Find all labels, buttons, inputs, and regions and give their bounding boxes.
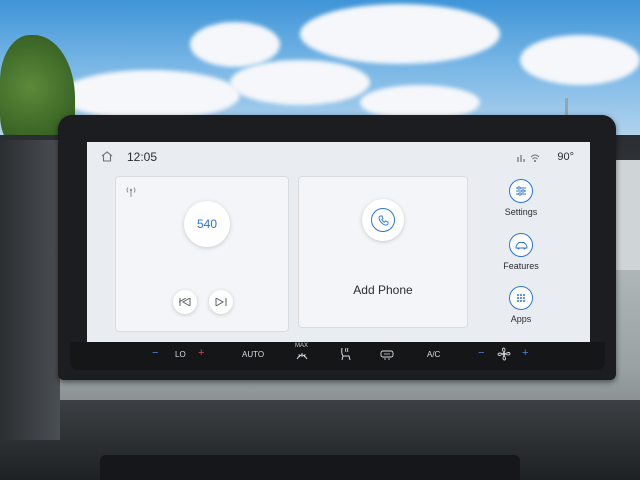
- home-icon[interactable]: [101, 151, 113, 162]
- temperature-setting: LO: [175, 350, 186, 359]
- air-vent: [100, 455, 520, 480]
- ac-button[interactable]: A/C: [427, 350, 440, 359]
- apps-label: Apps: [510, 314, 532, 324]
- features-label: Features: [503, 261, 539, 271]
- front-defrost-icon[interactable]: [296, 351, 308, 360]
- apps-button[interactable]: Apps: [491, 286, 551, 324]
- settings-icon-ring: [509, 179, 533, 203]
- seek-back-button[interactable]: [173, 290, 197, 314]
- radio-card[interactable]: 540: [115, 176, 289, 332]
- add-phone-label: Add Phone: [353, 283, 413, 297]
- temp-up-button[interactable]: +: [198, 347, 204, 359]
- cloud: [230, 60, 370, 105]
- cloud: [520, 35, 640, 85]
- max-defrost-label: MAX: [295, 343, 309, 349]
- car-icon: [515, 241, 527, 249]
- antenna-icon: [126, 187, 136, 197]
- cloud: [60, 70, 240, 120]
- sliders-icon: [516, 186, 526, 196]
- seek-forward-icon: [215, 298, 227, 306]
- rear-defrost-icon[interactable]: [380, 350, 394, 360]
- apps-icon-ring: [509, 286, 533, 310]
- phone-card[interactable]: Add Phone: [298, 176, 468, 328]
- temp-down-button[interactable]: −: [152, 347, 158, 359]
- settings-label: Settings: [504, 207, 538, 217]
- phone-icon-ring: [371, 208, 395, 232]
- cloud: [190, 22, 280, 67]
- seek-forward-button[interactable]: [209, 290, 233, 314]
- settings-button[interactable]: Settings: [491, 179, 551, 217]
- a-pillar: [0, 140, 60, 440]
- fan-icon: [497, 347, 511, 361]
- status-bar: 12:05 90°: [87, 142, 590, 172]
- fan-down-button[interactable]: −: [478, 347, 484, 359]
- dashboard-trim: [612, 160, 640, 270]
- touchscreen: 12:05 90° 540 Add Phone Settings Feature…: [87, 142, 590, 342]
- network-icon: [530, 154, 540, 162]
- features-icon-ring: [509, 233, 533, 257]
- climate-control-bar: − LO + AUTO MAX A/C − +: [70, 342, 605, 370]
- radio-frequency: 540: [196, 217, 218, 231]
- clock: 12:05: [127, 150, 158, 164]
- fan-up-button[interactable]: +: [522, 347, 528, 359]
- phone-icon: [378, 215, 388, 226]
- heated-seat-icon[interactable]: [338, 347, 352, 362]
- seek-back-icon: [179, 298, 191, 306]
- features-button[interactable]: Features: [491, 233, 551, 271]
- auto-climate-button[interactable]: AUTO: [242, 350, 264, 359]
- radio-frequency-button[interactable]: 540: [184, 201, 230, 247]
- phone-button[interactable]: [362, 199, 404, 241]
- grid-icon: [517, 294, 525, 302]
- cloud: [300, 4, 500, 64]
- signal-icon: [517, 155, 525, 162]
- outside-temperature: 90°: [557, 151, 574, 163]
